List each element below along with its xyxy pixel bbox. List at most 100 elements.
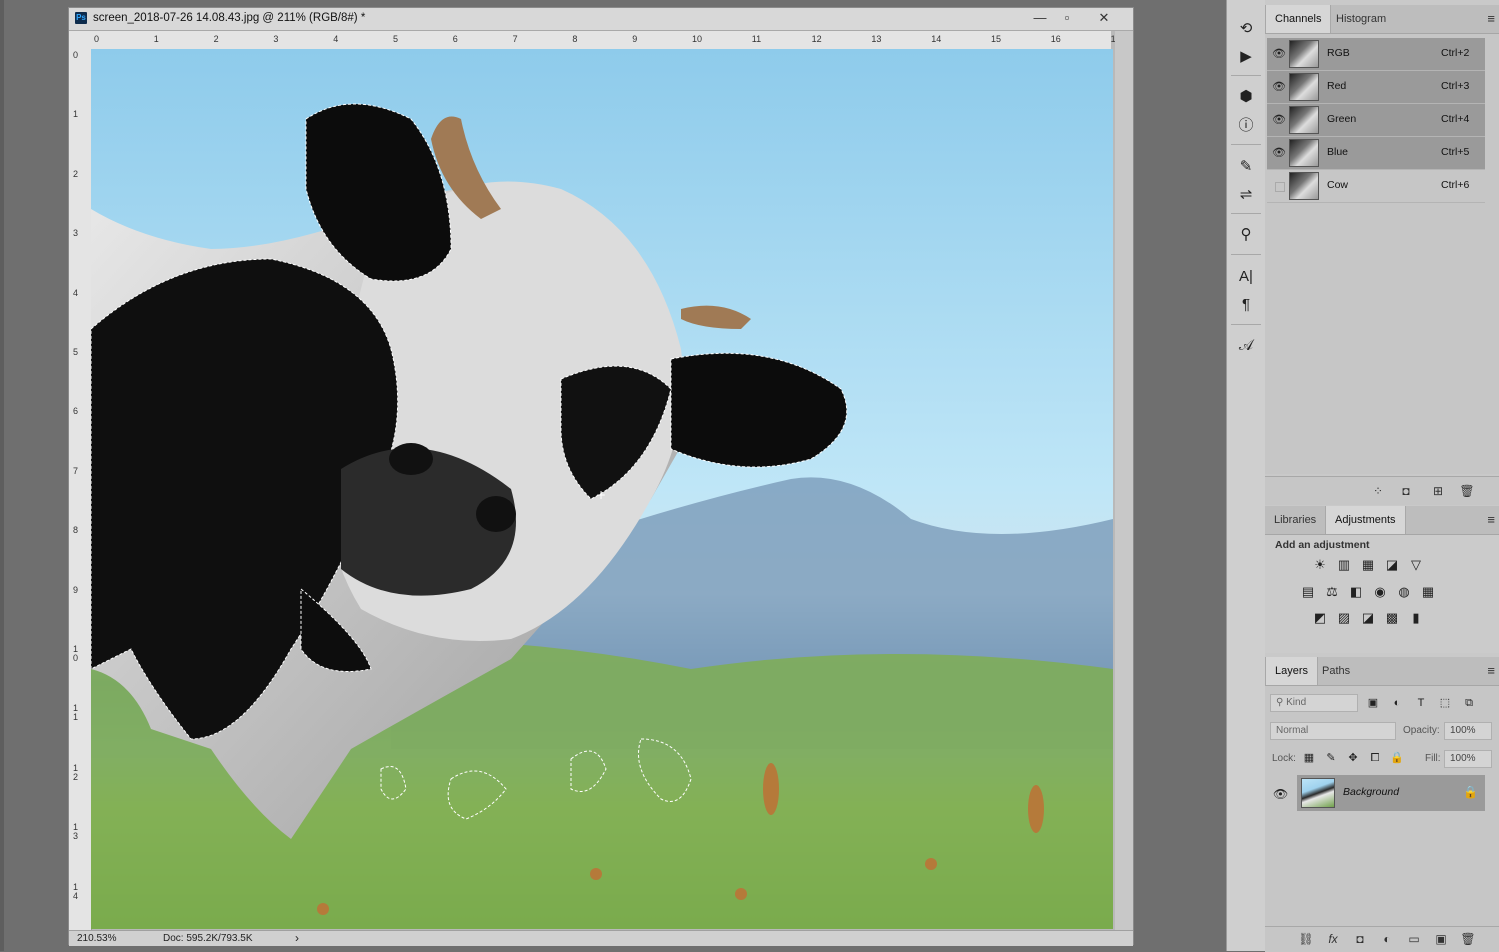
- color-lookup-icon[interactable]: ▦: [1418, 583, 1438, 601]
- kind-filter-select[interactable]: ⚲ Kind: [1270, 694, 1358, 712]
- filter-shape-icon[interactable]: ⬚: [1435, 694, 1455, 712]
- lock-artboard-icon[interactable]: ⧠: [1365, 749, 1385, 767]
- filter-smart-object-icon[interactable]: ⧉: [1459, 694, 1479, 712]
- vertical-scrollbar[interactable]: [1115, 31, 1133, 934]
- vertical-ruler[interactable]: 0 1 2 3 4 5 6 7 8 9 10 11 12 13 14: [69, 49, 92, 934]
- eye-icon[interactable]: 👁: [1273, 787, 1288, 801]
- channel-row-blue[interactable]: 👁 Blue Ctrl+5: [1267, 137, 1485, 170]
- minimize-button[interactable]: —: [1027, 9, 1053, 27]
- maximize-button[interactable]: ▫: [1054, 9, 1080, 27]
- panel-menu-icon[interactable]: ≡: [1487, 663, 1495, 678]
- tab-libraries[interactable]: Libraries: [1265, 506, 1325, 534]
- ruler-tick-label: 6: [452, 34, 458, 44]
- fx-icon[interactable]: fx: [1324, 931, 1342, 947]
- black-white-icon[interactable]: ◧: [1346, 583, 1366, 601]
- link-icon[interactable]: ⛓: [1297, 931, 1315, 947]
- invert-icon[interactable]: ◩: [1310, 609, 1330, 627]
- panel-menu-icon[interactable]: ≡: [1487, 512, 1495, 527]
- ruler-tick-label: 8: [572, 34, 578, 44]
- color-balance-icon[interactable]: ⚖: [1322, 583, 1342, 601]
- horizontal-ruler[interactable]: 01234567891011121314151617: [91, 31, 1121, 50]
- threshold-icon[interactable]: ◪: [1358, 609, 1378, 627]
- close-button[interactable]: ✕: [1091, 9, 1117, 27]
- channel-row-red[interactable]: 👁 Red Ctrl+3: [1267, 71, 1485, 104]
- eye-icon[interactable]: 👁: [1272, 146, 1286, 160]
- mask-icon[interactable]: ◘: [1351, 931, 1369, 947]
- lock-position-icon[interactable]: ✥: [1343, 749, 1363, 767]
- clone-source-icon[interactable]: ⚲: [1233, 223, 1259, 247]
- panel-menu-icon[interactable]: ≡: [1487, 11, 1495, 26]
- ruler-corner[interactable]: [69, 31, 92, 50]
- document-title-bar[interactable]: Ps screen_2018-07-26 14.08.43.jpg @ 211%…: [69, 8, 1133, 31]
- visibility-toggle[interactable]: [1275, 182, 1285, 192]
- levels-icon[interactable]: ▥: [1334, 556, 1354, 574]
- image-canvas[interactable]: +: [91, 49, 1113, 929]
- load-selection-icon[interactable]: ⁘: [1369, 483, 1387, 499]
- ruler-tick-label: 14: [73, 881, 79, 901]
- trash-icon[interactable]: 🗑: [1458, 483, 1476, 499]
- blend-mode-select[interactable]: Normal: [1270, 722, 1396, 740]
- ruler-tick-label: 4: [333, 34, 339, 44]
- curves-icon[interactable]: ▦: [1358, 556, 1378, 574]
- channel-mixer-icon[interactable]: ◍: [1394, 583, 1414, 601]
- filter-adjustment-icon[interactable]: ◐: [1387, 694, 1407, 712]
- layer-row-background[interactable]: Background 🔒: [1297, 775, 1485, 811]
- actions-play-icon[interactable]: ▶: [1233, 45, 1259, 69]
- vibrance-icon[interactable]: ▽: [1406, 556, 1426, 574]
- glyphs-icon[interactable]: 𝒜: [1233, 334, 1259, 358]
- brightness-contrast-icon[interactable]: ☀: [1310, 556, 1330, 574]
- lock-all-icon[interactable]: 🔒: [1387, 749, 1407, 767]
- posterize-icon[interactable]: ▨: [1334, 609, 1354, 627]
- ruler-tick-label: 0: [94, 34, 100, 44]
- eye-icon[interactable]: 👁: [1272, 80, 1286, 94]
- filter-image-icon[interactable]: ▣: [1363, 694, 1383, 712]
- ruler-tick-label: 3: [273, 34, 279, 44]
- tab-adjustments[interactable]: Adjustments: [1325, 506, 1406, 534]
- kind-filter-value: Kind: [1286, 697, 1307, 708]
- exposure-icon[interactable]: ◪: [1382, 556, 1402, 574]
- save-selection-icon[interactable]: ◘: [1397, 483, 1415, 499]
- tab-histogram[interactable]: Histogram: [1327, 5, 1395, 33]
- trash-icon[interactable]: 🗑: [1459, 931, 1477, 947]
- ruler-tick-label: 12: [811, 34, 822, 44]
- paragraph-icon[interactable]: ¶: [1233, 293, 1259, 317]
- ruler-tick-label: 11: [73, 703, 79, 723]
- ruler-tick-label: 10: [692, 34, 703, 44]
- selective-color-icon[interactable]: ▩: [1382, 609, 1402, 627]
- document-window[interactable]: Ps screen_2018-07-26 14.08.43.jpg @ 211%…: [68, 7, 1134, 946]
- gradient-map-icon[interactable]: ▮: [1406, 609, 1426, 627]
- 3d-icon[interactable]: ⬢: [1233, 85, 1259, 109]
- eye-icon[interactable]: 👁: [1272, 113, 1286, 127]
- group-folder-icon[interactable]: ▭: [1405, 931, 1423, 947]
- layer-thumbnail: [1301, 778, 1335, 808]
- channels-footer: ⁘ ◘ ⊞ 🗑: [1265, 476, 1499, 505]
- hue-saturation-icon[interactable]: ▤: [1298, 583, 1318, 601]
- brush-settings-icon[interactable]: ⇌: [1233, 183, 1259, 207]
- tab-paths[interactable]: Paths: [1313, 657, 1359, 685]
- lock-transparency-icon[interactable]: ▦: [1299, 749, 1319, 767]
- status-menu-arrow[interactable]: ›: [295, 931, 299, 945]
- character-icon[interactable]: A|: [1233, 265, 1259, 289]
- channel-row-rgb[interactable]: 👁 RGB Ctrl+2: [1267, 38, 1485, 71]
- info-icon[interactable]: ⓘ: [1233, 114, 1259, 138]
- brush-presets-icon[interactable]: ✎: [1233, 155, 1259, 179]
- ruler-tick-label: 8: [73, 525, 79, 536]
- ruler-tick-label: 12: [73, 762, 79, 782]
- eye-icon[interactable]: 👁: [1272, 47, 1286, 61]
- opacity-input[interactable]: 100%: [1444, 722, 1492, 740]
- channel-row-cow[interactable]: Cow Ctrl+6: [1267, 170, 1485, 203]
- tab-layers[interactable]: Layers: [1265, 657, 1319, 685]
- fill-input[interactable]: 100%: [1444, 750, 1492, 768]
- ruler-tick-label: 7: [73, 465, 79, 476]
- lock-pixels-icon[interactable]: ✎: [1321, 749, 1341, 767]
- adjustment-layer-icon[interactable]: ◐: [1378, 931, 1396, 947]
- new-layer-icon[interactable]: ▣: [1432, 931, 1450, 947]
- new-channel-icon[interactable]: ⊞: [1429, 483, 1447, 499]
- zoom-level[interactable]: 210.53%: [77, 933, 116, 944]
- history-icon[interactable]: ⟲: [1233, 17, 1259, 41]
- channel-row-green[interactable]: 👁 Green Ctrl+4: [1267, 104, 1485, 137]
- ruler-tick-label: 7: [512, 34, 518, 44]
- tab-channels[interactable]: Channels: [1265, 5, 1332, 33]
- filter-type-icon[interactable]: T: [1411, 694, 1431, 712]
- photo-filter-icon[interactable]: ◉: [1370, 583, 1390, 601]
